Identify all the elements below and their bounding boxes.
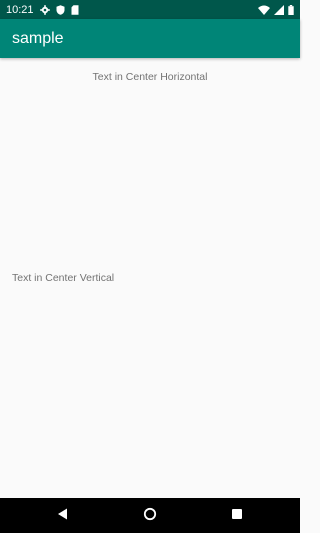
settings-icon: [39, 4, 50, 15]
app-screen: 10:21 sample Text in Center Horizontal T…: [0, 0, 300, 533]
status-right: [258, 4, 294, 15]
shield-icon: [56, 4, 65, 15]
recents-icon: [231, 507, 243, 525]
sd-card-icon: [71, 4, 79, 15]
app-title: sample: [12, 29, 64, 47]
main-content: Text in Center Horizontal Text in Center…: [0, 58, 300, 498]
status-left: 10:21: [6, 4, 79, 16]
status-time: 10:21: [6, 3, 34, 16]
back-icon: [57, 507, 69, 525]
home-icon: [143, 507, 157, 526]
app-bar: sample: [0, 19, 300, 58]
home-button[interactable]: [141, 507, 159, 525]
text-center-horizontal: Text in Center Horizontal: [92, 71, 208, 83]
wifi-icon: [258, 5, 270, 15]
battery-icon: [288, 4, 294, 15]
back-button[interactable]: [54, 507, 72, 525]
text-center-vertical: Text in Center Vertical: [12, 272, 115, 284]
navigation-bar: [0, 498, 300, 533]
status-bar: 10:21: [0, 0, 300, 19]
cell-signal-icon: [274, 4, 284, 15]
recents-button[interactable]: [228, 507, 246, 525]
